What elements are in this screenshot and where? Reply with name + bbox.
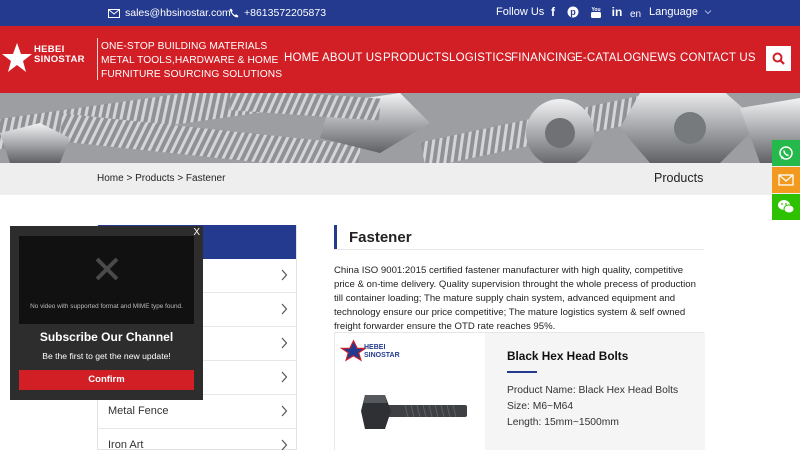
chevron-right-icon xyxy=(281,371,288,383)
language-selector[interactable]: Language xyxy=(649,6,712,18)
product-card[interactable]: HEBEI SINOSTAR Black Hex Head Bolts Prod… xyxy=(334,332,705,450)
language-code[interactable]: en xyxy=(630,9,641,20)
category-description: China ISO 9001:2015 certified fastener m… xyxy=(334,265,696,332)
chevron-right-icon xyxy=(281,303,288,315)
breadcrumb[interactable]: Home > Products > Fastener xyxy=(97,173,225,184)
nav-contact-us[interactable]: CONTACT US xyxy=(680,52,756,64)
whatsapp-button[interactable] xyxy=(772,140,800,166)
pinterest-icon[interactable]: p xyxy=(566,4,580,20)
nav-news[interactable]: NEWS xyxy=(641,52,676,64)
page-title: Fastener xyxy=(349,229,412,246)
product-image[interactable]: HEBEI SINOSTAR xyxy=(335,333,485,450)
section-title: Products xyxy=(654,171,704,185)
logo-text: HEBEI SINOSTAR xyxy=(34,45,85,65)
fastener-banner-graphic xyxy=(0,93,800,163)
phone-contact[interactable]: +8613572205873 xyxy=(229,7,326,19)
product-spec-name: Product Name: Black Hex Head Bolts xyxy=(507,385,679,396)
subscribe-popup: X No video with supported format and MIM… xyxy=(10,226,203,400)
mail-icon xyxy=(778,174,794,186)
chevron-right-icon xyxy=(281,269,288,281)
product-name[interactable]: Black Hex Head Bolts xyxy=(507,349,628,363)
svg-text:p: p xyxy=(570,7,576,17)
main-header: HEBEI SINOSTAR ONE-STOP BUILDING MATERIA… xyxy=(0,26,800,93)
product-spec-length: Length: 15mm~1500mm xyxy=(507,417,619,428)
nav-e-catalog[interactable]: E-CATALOG xyxy=(575,52,642,64)
email-icon xyxy=(108,8,120,18)
star-icon xyxy=(2,43,32,72)
phone-number[interactable]: +8613572205873 xyxy=(244,7,326,19)
popup-close-button[interactable]: X xyxy=(193,227,200,238)
slogan: ONE-STOP BUILDING MATERIALS METAL TOOLS,… xyxy=(101,40,282,82)
email-contact[interactable]: sales@hbsinostar.com xyxy=(108,7,231,19)
chevron-right-icon xyxy=(281,337,288,349)
logo[interactable]: HEBEI SINOSTAR xyxy=(0,39,97,79)
video-error-icon xyxy=(95,257,119,281)
search-button[interactable] xyxy=(766,46,791,71)
nav-about-us[interactable]: ABOUT US xyxy=(322,52,382,64)
search-icon xyxy=(772,52,785,65)
product-info: Black Hex Head Bolts Product Name: Black… xyxy=(485,333,705,450)
video-player[interactable]: No video with supported format and MIME … xyxy=(19,236,194,324)
facebook-icon[interactable]: f xyxy=(548,4,558,20)
wechat-icon xyxy=(778,200,795,214)
chevron-right-icon xyxy=(281,439,288,450)
bolt-image: HEBEI SINOSTAR xyxy=(339,339,467,429)
popup-title: Subscribe Our Channel xyxy=(39,330,174,344)
sidebar-item-label: Iron Art xyxy=(108,439,144,450)
sidebar-item-iron-art[interactable]: Iron Art xyxy=(98,429,296,450)
product-logo-line-1: HEBEI xyxy=(364,344,385,351)
email-address[interactable]: sales@hbsinostar.com xyxy=(125,7,231,19)
linkedin-icon[interactable]: in xyxy=(611,4,623,20)
sidebar-item-label: Metal Fence xyxy=(108,405,169,417)
youtube-icon[interactable]: You xyxy=(589,4,603,20)
chevron-right-icon xyxy=(281,405,288,417)
content-title-bar: Fastener xyxy=(334,225,704,250)
phone-icon xyxy=(229,8,239,18)
chevron-down-icon xyxy=(704,10,712,15)
logo-divider xyxy=(97,38,98,80)
logo-line-2: SINOSTAR xyxy=(34,54,85,65)
popup-subtitle: Be the first to get the new update! xyxy=(42,351,171,361)
follow-us-label: Follow Us xyxy=(496,6,545,18)
nav-logistics[interactable]: LOGISTICS xyxy=(449,52,512,64)
slogan-line-1: ONE-STOP BUILDING MATERIALS xyxy=(101,41,268,52)
wechat-button[interactable] xyxy=(772,194,800,220)
video-error-message: No video with supported format and MIME … xyxy=(30,303,183,310)
slogan-line-2: METAL TOOLS,HARDWARE & HOME xyxy=(101,55,279,66)
product-name-underline xyxy=(507,371,537,373)
product-spec-size: Size: M6~M64 xyxy=(507,401,574,412)
breadcrumb-bar: Home > Products > Fastener Products xyxy=(0,163,800,195)
confirm-button[interactable]: Confirm xyxy=(19,370,194,390)
nav-products[interactable]: PRODUCTS xyxy=(383,52,449,64)
product-logo-line-2: SINOSTAR xyxy=(364,352,400,359)
sidebar-item-metal-fence[interactable]: Metal Fence xyxy=(98,395,296,429)
language-label: Language xyxy=(649,6,698,18)
top-bar: sales@hbsinostar.com +8613572205873 Foll… xyxy=(0,0,800,26)
email-float-button[interactable] xyxy=(772,167,800,193)
nav-home[interactable]: HOME xyxy=(284,52,319,64)
banner-image xyxy=(0,93,800,163)
whatsapp-icon xyxy=(779,146,793,160)
title-accent xyxy=(334,225,337,249)
slogan-line-3: FURNITURE SOURCING SOLUTIONS xyxy=(101,69,283,80)
nav-financing[interactable]: FINANCING xyxy=(511,52,576,64)
